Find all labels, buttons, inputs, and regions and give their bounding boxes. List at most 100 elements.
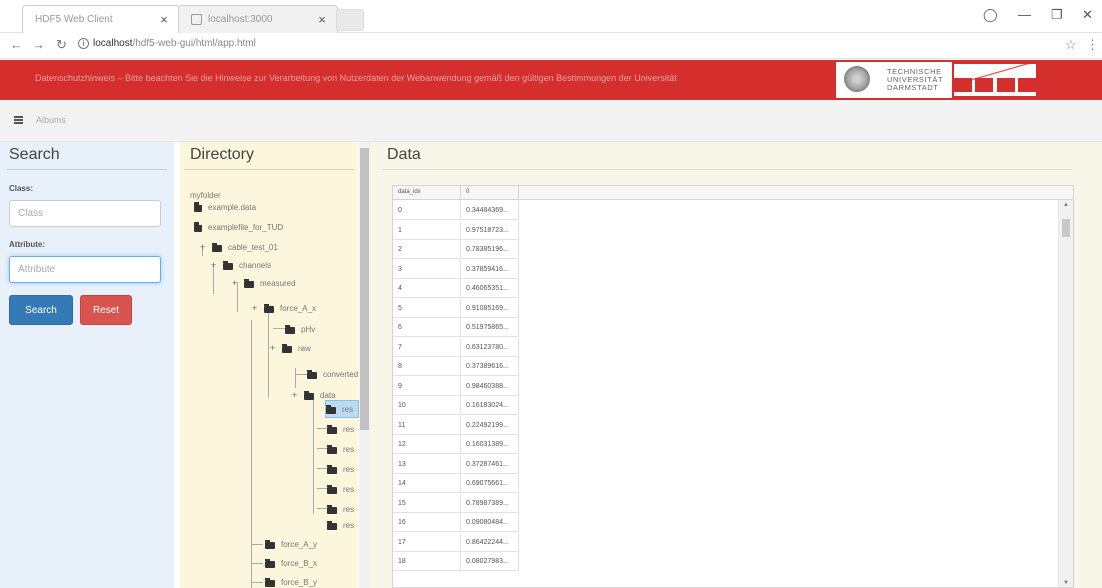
search-title: Search <box>9 146 60 163</box>
table-row[interactable]: 0 0.34484369... <box>393 201 1053 220</box>
table-row[interactable]: 6 0.51975865... <box>393 318 1053 337</box>
tree-folder-node-selected[interactable]: res <box>325 400 359 418</box>
folder-icon <box>265 558 275 568</box>
tree-folder-node[interactable]: force_A_y <box>265 535 317 553</box>
table-cell: 4 <box>393 279 461 298</box>
scroll-down-icon[interactable]: ▼ <box>1063 580 1069 586</box>
table-row[interactable]: 3 0.37859416... <box>393 259 1053 279</box>
tree-folder-node[interactable]: res <box>327 480 354 498</box>
directory-tree: myfolder example.data examplefile_for_TU… <box>174 142 359 588</box>
tab-title: localhost:3000 <box>208 14 273 25</box>
info-icon[interactable]: i <box>78 38 89 49</box>
table-cell: 0.97518723... <box>461 220 519 240</box>
folder-icon <box>265 577 275 587</box>
column-header[interactable]: 0 <box>461 186 519 200</box>
table-cell: 16 <box>393 513 461 532</box>
back-arrow-icon[interactable]: ← <box>10 37 23 52</box>
close-tab-icon[interactable]: × <box>315 12 329 27</box>
table-row[interactable]: 7 0.63123780... <box>393 337 1053 357</box>
reset-button[interactable]: Reset <box>80 295 132 325</box>
search-button[interactable]: Search <box>9 295 73 325</box>
folder-icon <box>307 369 317 379</box>
new-tab-button[interactable] <box>336 9 364 31</box>
data-table: data_idx 0 0 0.34484369... 1 0.97518723... 2… <box>392 185 1074 588</box>
tree-folder-node[interactable]: force_B_y <box>265 573 317 588</box>
tree-file-node[interactable]: examplefile_for_TUD <box>194 218 283 236</box>
table-cell: 13 <box>393 454 461 474</box>
scroll-up-icon[interactable]: ▲ <box>1063 202 1069 208</box>
table-cell: 0.22492199... <box>461 415 519 435</box>
table-cell: 8 <box>393 357 461 376</box>
table-row[interactable]: 5 0.91085169... <box>393 298 1053 318</box>
table-cell: 0.91085169... <box>461 298 519 318</box>
browser-tab-bar: HDF5 Web Client × localhost:3000 × ◯ — ❐… <box>0 0 1102 33</box>
table-cell: 0.37287461... <box>461 454 519 474</box>
table-cell: 9 <box>393 376 461 396</box>
forward-arrow-icon[interactable]: → <box>32 37 45 52</box>
directory-scrollbar[interactable] <box>359 142 370 588</box>
table-scrollbar[interactable]: ▲ ▼ <box>1058 200 1073 587</box>
folder-icon <box>327 444 337 454</box>
table-cell: 0.37859416... <box>461 259 519 279</box>
profile-icon[interactable]: ◯ <box>983 7 998 23</box>
maximize-icon[interactable]: ❐ <box>1051 7 1063 23</box>
tree-folder-node[interactable]: res <box>327 516 354 534</box>
tree-folder-node[interactable]: + raw <box>270 339 311 357</box>
url-field[interactable]: i localhost/hdf5-web-gui/html/app.html <box>78 38 256 49</box>
scrollbar-thumb[interactable] <box>360 148 369 430</box>
table-row[interactable]: 1 0.97518723... <box>393 220 1053 240</box>
folder-icon <box>264 303 274 313</box>
table-row[interactable]: 16 0.09080484... <box>393 513 1053 532</box>
tree-folder-node[interactable]: + channels <box>211 256 271 274</box>
divider <box>7 169 167 170</box>
table-cell: 2 <box>393 240 461 259</box>
table-row[interactable]: 11 0.22492199... <box>393 415 1053 435</box>
folder-icon <box>304 390 314 400</box>
tree-folder-node[interactable]: + cable_test_01 <box>200 238 278 256</box>
browser-tab-active[interactable]: HDF5 Web Client × <box>22 5 180 33</box>
hamburger-menu-icon[interactable] <box>14 116 23 124</box>
close-window-icon[interactable]: ✕ <box>1082 7 1093 23</box>
browser-tab[interactable]: localhost:3000 × <box>178 5 338 33</box>
table-row[interactable]: 9 0.98460388... <box>393 376 1053 396</box>
table-cell: 7 <box>393 337 461 357</box>
table-row[interactable]: 4 0.46065351... <box>393 279 1053 298</box>
minimize-icon[interactable]: — <box>1018 7 1031 22</box>
divider <box>382 169 1072 170</box>
tree-folder-node[interactable]: + force_A_x <box>252 299 316 317</box>
table-row[interactable]: 8 0.37389616... <box>393 357 1053 376</box>
tree-folder-node[interactable]: + measured <box>232 274 296 292</box>
tree-folder-node[interactable]: res <box>327 440 354 458</box>
folder-icon <box>285 324 295 334</box>
tree-file-node[interactable]: example.data <box>194 198 256 216</box>
menu-dots-icon[interactable]: ⋮ <box>1086 37 1099 53</box>
close-tab-icon[interactable]: × <box>157 12 171 27</box>
table-cell: 0.78385196... <box>461 240 519 259</box>
nav-albums-link[interactable]: Albums <box>36 115 66 125</box>
tree-folder-node[interactable]: force_B_x <box>265 554 317 572</box>
star-icon[interactable]: ☆ <box>1065 37 1077 53</box>
reload-icon[interactable]: ↻ <box>56 37 67 53</box>
table-row[interactable]: 13 0.37287461... <box>393 454 1053 474</box>
table-row[interactable]: 14 0.69075661... <box>393 474 1053 493</box>
tree-folder-node[interactable]: pHv <box>285 320 315 338</box>
table-row[interactable]: 17 0.86422244... <box>393 532 1053 552</box>
tree-folder-node[interactable]: converted <box>307 365 358 383</box>
class-input[interactable] <box>9 200 161 227</box>
table-row[interactable]: 2 0.78385196... <box>393 240 1053 259</box>
scrollbar-thumb[interactable] <box>1062 219 1070 237</box>
table-row[interactable]: 15 0.78987389... <box>393 493 1053 513</box>
university-logo[interactable]: TECHNISCHE UNIVERSITÄT DARMSTADT <box>836 62 1038 98</box>
address-bar: ← → ↻ i localhost/hdf5-web-gui/html/app.h… <box>0 33 1102 59</box>
folder-icon <box>327 520 337 530</box>
attribute-input[interactable] <box>9 256 161 283</box>
table-row[interactable]: 10 0.16183024... <box>393 396 1053 415</box>
table-cell: 14 <box>393 474 461 493</box>
column-header[interactable]: data_idx <box>393 186 461 200</box>
table-cell: 0.09080484... <box>461 513 519 532</box>
table-row[interactable]: 18 0.08027983... <box>393 552 1053 571</box>
tree-folder-node[interactable]: res <box>327 460 354 478</box>
table-cell: 15 <box>393 493 461 513</box>
tree-folder-node[interactable]: res <box>327 420 354 438</box>
table-row[interactable]: 12 0.16031389... <box>393 435 1053 454</box>
